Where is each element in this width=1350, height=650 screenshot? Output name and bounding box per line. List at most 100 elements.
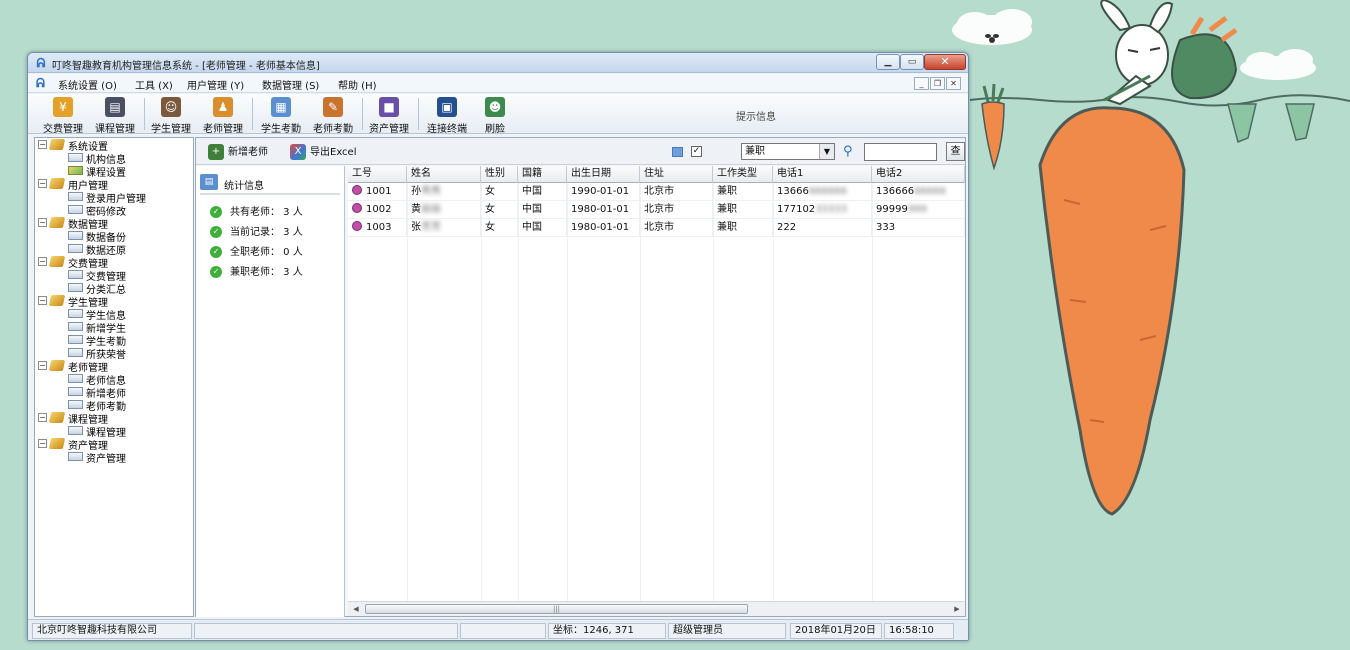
menu-tools[interactable]: 工具 (X) (135, 77, 173, 92)
cell-id-text: 1002 (366, 204, 392, 215)
connect-terminal-button[interactable]: ▣ 连接终端 (422, 94, 472, 135)
form-icon (68, 244, 83, 253)
tree-item-data-backup[interactable]: 数据备份 (35, 229, 193, 244)
column-header-address[interactable]: 住址 (640, 166, 713, 183)
mdi-restore-button[interactable]: ❐ (930, 77, 945, 90)
tree-item-institution-info[interactable]: 机构信息 (35, 151, 193, 166)
main-window: ᕱ 叮咚智趣教育机构管理信息系统 - [老师管理 - 老师基本信息] ▁ ▭ ✕… (27, 52, 969, 641)
toolbar-label: 学生考勤 (261, 124, 301, 135)
column-header-id[interactable]: 工号 (348, 166, 407, 183)
menu-help[interactable]: 帮助 (H) (338, 77, 377, 92)
maximize-button[interactable]: ▭ (900, 54, 924, 70)
minimize-button[interactable]: ▁ (876, 54, 900, 70)
mdi-minimize-button[interactable]: _ (914, 77, 929, 90)
cell-birthdate: 1980-01-01 (567, 219, 640, 237)
column-header-work-type[interactable]: 工作类型 (713, 166, 773, 183)
tree-item-login-users[interactable]: 登录用户管理 (35, 190, 193, 205)
tree-item-label: 资产管理 (86, 454, 126, 465)
close-button[interactable]: ✕ (924, 54, 966, 70)
column-header-phone1[interactable]: 电话1 (773, 166, 872, 183)
tree-item-asset-management[interactable]: 资产管理 (35, 450, 193, 465)
mdi-close-button[interactable]: ✕ (946, 77, 961, 90)
collapse-icon[interactable]: − (38, 257, 47, 266)
student-management-button[interactable]: ☺ 学生管理 (146, 94, 196, 135)
collapse-icon[interactable]: − (38, 439, 47, 448)
column-header-birthdate[interactable]: 出生日期 (567, 166, 640, 183)
tree-group-asset-management[interactable]: − 资产管理 (35, 437, 193, 452)
tree-item-student-info[interactable]: 学生信息 (35, 307, 193, 322)
asset-management-button[interactable]: ■ 资产管理 (364, 94, 414, 135)
export-excel-button[interactable]: X 导出Excel (290, 143, 357, 161)
filter-checkbox[interactable]: ✓ (691, 146, 702, 157)
chevron-down-icon[interactable]: ▼ (819, 144, 834, 159)
tree-item-course-management[interactable]: 课程管理 (35, 424, 193, 439)
tree-item-fee-management[interactable]: 交费管理 (35, 268, 193, 283)
search-button[interactable]: 查 (946, 142, 965, 161)
form-icon (68, 309, 83, 318)
tree-item-add-student[interactable]: 新增学生 (35, 320, 193, 335)
student-attendance-button[interactable]: ▦ 学生考勤 (256, 94, 306, 135)
search-input[interactable] (864, 143, 937, 161)
check-icon: ✓ (210, 206, 222, 218)
tree-group-system-settings[interactable]: − 系统设置 (35, 138, 193, 153)
cell-address: 北京市 (640, 201, 713, 219)
menu-user-management[interactable]: 用户管理 (Y) (187, 77, 244, 92)
cell-name: 张芳芳 (407, 219, 481, 237)
teacher-attendance-button[interactable]: ✎ 老师考勤 (308, 94, 358, 135)
tree-item-honors[interactable]: 所获荣誉 (35, 346, 193, 361)
table-row[interactable]: 1003 张芳芳 女 中国 1980-01-01 北京市 兼职 222 333 (348, 219, 965, 237)
column-header-nationality[interactable]: 国籍 (518, 166, 567, 183)
collapse-icon[interactable]: − (38, 140, 47, 149)
collapse-icon[interactable]: − (38, 218, 47, 227)
form-icon (68, 153, 83, 162)
buried-carrot-top-2 (1285, 103, 1315, 141)
tree-item-change-password[interactable]: 密码修改 (35, 203, 193, 218)
column-header-name[interactable]: 姓名 (407, 166, 481, 183)
folder-icon (48, 412, 66, 423)
tree-item-course-settings[interactable]: 课程设置 (35, 164, 193, 179)
horizontal-scrollbar[interactable]: ◀ ||| ▶ (348, 601, 965, 616)
stat-total-teachers: ✓ 共有老师： 3 人 (210, 203, 303, 218)
menu-data-management[interactable]: 数据管理 (S) (262, 77, 319, 92)
tree-item-category-summary[interactable]: 分类汇总 (35, 281, 193, 296)
fee-management-button[interactable]: ¥ 交费管理 (38, 94, 88, 135)
scroll-right-icon[interactable]: ▶ (952, 604, 962, 614)
course-management-button[interactable]: ▤ 课程管理 (90, 94, 140, 135)
work-type-select[interactable]: 兼职 ▼ (741, 143, 835, 160)
tree-item-add-teacher[interactable]: 新增老师 (35, 385, 193, 400)
teacher-management-button[interactable]: ♟ 老师管理 (198, 94, 248, 135)
tree-group-data-management[interactable]: − 数据管理 (35, 216, 193, 231)
column-header-phone2[interactable]: 电话2 (872, 166, 965, 183)
grid-view-icon[interactable] (672, 147, 683, 157)
scrollbar-thumb[interactable]: ||| (365, 604, 748, 614)
table-row[interactable]: 1002 黄丽丽 女 中国 1980-01-01 北京市 兼职 17710233… (348, 201, 965, 219)
tree-group-user-management[interactable]: − 用户管理 (35, 177, 193, 192)
tree-group-course-management[interactable]: − 课程管理 (35, 411, 193, 426)
column-divider (407, 183, 408, 601)
form-icon (68, 452, 83, 461)
tree-group-teacher-management[interactable]: − 老师管理 (35, 359, 193, 374)
menu-bar: ᕱ 系统设置 (O) 工具 (X) 用户管理 (Y) 数据管理 (S) 帮助 (… (28, 74, 968, 93)
tree-item-data-restore[interactable]: 数据还原 (35, 242, 193, 257)
collapse-icon[interactable]: − (38, 296, 47, 305)
face-scan-button[interactable]: ☻ 刷脸 (474, 94, 516, 135)
scroll-left-icon[interactable]: ◀ (351, 604, 361, 614)
collapse-icon[interactable]: − (38, 361, 47, 370)
column-header-gender[interactable]: 性别 (481, 166, 518, 183)
tree-item-student-attendance[interactable]: 学生考勤 (35, 333, 193, 348)
tree-group-student-management[interactable]: − 学生管理 (35, 294, 193, 309)
tree-item-teacher-attendance[interactable]: 老师考勤 (35, 398, 193, 413)
export-excel-label: 导出Excel (310, 147, 357, 158)
mdi-app-icon[interactable]: ᕱ (36, 76, 45, 91)
table-row[interactable]: 1001 孙秀秀 女 中国 1990-01-01 北京市 兼职 13666666… (348, 183, 965, 201)
menu-system-settings[interactable]: 系统设置 (O) (58, 77, 117, 92)
title-bar[interactable]: ᕱ 叮咚智趣教育机构管理信息系统 - [老师管理 - 老师基本信息] ▁ ▭ ✕ (28, 53, 968, 73)
chart-icon: ▦ (271, 97, 291, 117)
tree-item-teacher-info[interactable]: 老师信息 (35, 372, 193, 387)
cell-id: 1001 (348, 183, 407, 201)
tree-group-fee-management[interactable]: − 交费管理 (35, 255, 193, 270)
add-teacher-button[interactable]: + 新增老师 (208, 143, 268, 161)
statistics-icon: ▤ (200, 174, 218, 190)
collapse-icon[interactable]: − (38, 413, 47, 422)
collapse-icon[interactable]: − (38, 179, 47, 188)
